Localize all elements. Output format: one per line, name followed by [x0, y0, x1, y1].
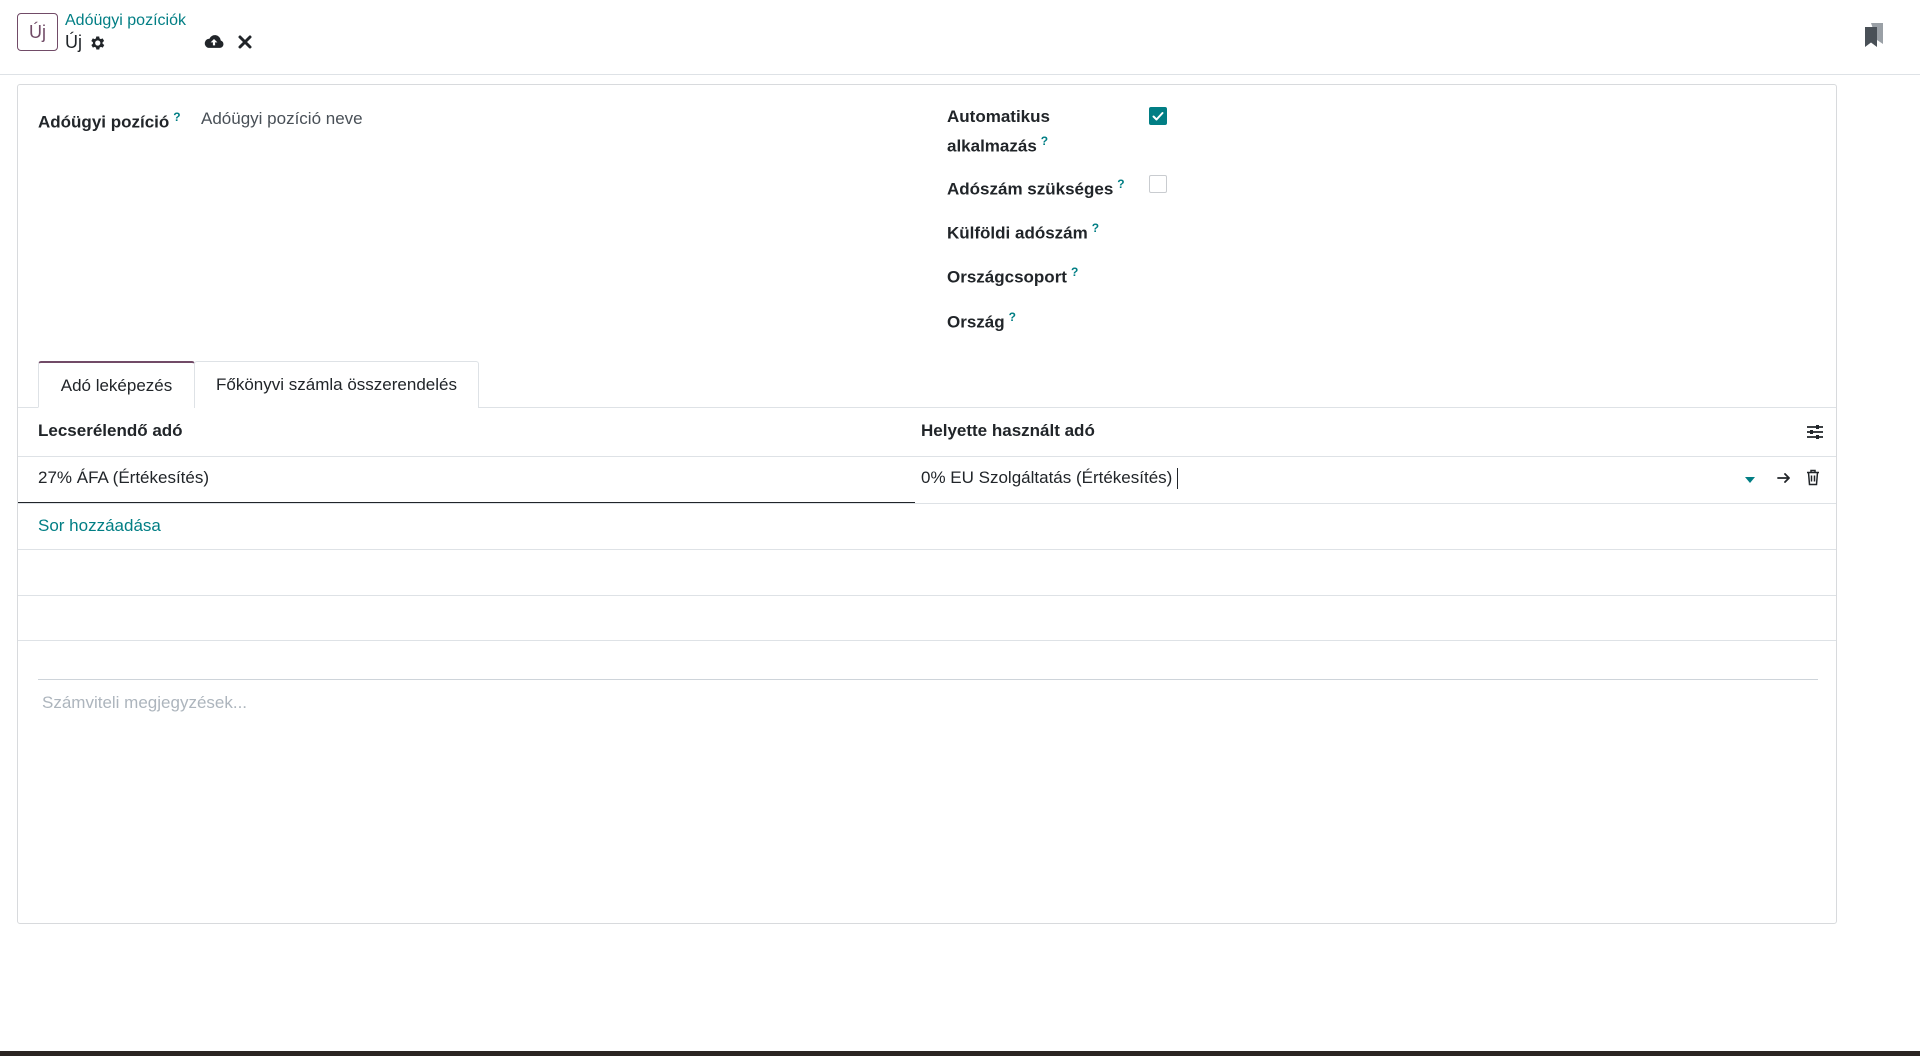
control-panel: Új Adóügyi pozíciók Új: [0, 0, 1920, 75]
column-header-dest-tax[interactable]: Helyette használt adó: [921, 421, 1095, 441]
tab-tax-mapping[interactable]: Adó leképezés: [38, 361, 195, 408]
help-icon[interactable]: ?: [1009, 310, 1016, 324]
new-button[interactable]: Új: [17, 13, 58, 51]
help-icon[interactable]: ?: [1071, 265, 1078, 279]
notes-separator: [38, 679, 1818, 680]
row-divider: [18, 595, 1836, 596]
vat-required-label: Adószám szükséges?: [947, 172, 1125, 202]
fiscal-position-label-text: Adóügyi pozíció: [38, 112, 170, 132]
accounting-notes-input[interactable]: [38, 689, 1826, 897]
vat-required-label-text: Adószám szükséges: [947, 179, 1114, 199]
help-icon[interactable]: ?: [1041, 134, 1048, 148]
window-edge: [0, 1051, 1920, 1056]
country-label-text: Ország: [947, 312, 1005, 332]
check-icon: [1152, 112, 1164, 121]
source-tax-cell[interactable]: 27% ÁFA (Értékesítés): [38, 468, 209, 488]
country-group-label: Országcsoport?: [947, 260, 1078, 290]
bookmark-icon[interactable]: [1864, 22, 1884, 48]
optional-columns-icon[interactable]: [1806, 423, 1824, 441]
row-divider: [18, 503, 1836, 504]
arrow-right-icon[interactable]: [1776, 470, 1792, 486]
foreign-vat-label: Külföldi adószám?: [947, 216, 1099, 246]
auto-apply-label: Automatikus alkalmazás?: [947, 105, 1050, 159]
help-icon[interactable]: ?: [1117, 177, 1124, 191]
form-sheet: Adóügyi pozíció? Automatikus alkalmazás?…: [17, 84, 1837, 924]
breadcrumb-parent[interactable]: Adóügyi pozíciók: [65, 12, 186, 30]
text-cursor: [1177, 468, 1178, 489]
trash-icon[interactable]: [1806, 469, 1820, 486]
tab-account-mapping[interactable]: Főkönyvi számla összerendelés: [194, 361, 479, 408]
add-line-link[interactable]: Sor hozzáadása: [38, 516, 161, 536]
cloud-upload-icon[interactable]: [203, 33, 225, 51]
breadcrumb-current: Új: [65, 32, 82, 52]
auto-apply-label-line1: Automatikus: [947, 107, 1050, 126]
close-icon[interactable]: [237, 34, 253, 50]
vat-required-checkbox[interactable]: [1149, 175, 1167, 193]
fiscal-position-name-input[interactable]: [201, 105, 901, 133]
dest-tax-input[interactable]: 0% EU Szolgáltatás (Értékesítés): [921, 468, 1172, 488]
help-icon[interactable]: ?: [1092, 221, 1099, 235]
fiscal-position-label: Adóügyi pozíció?: [38, 105, 181, 135]
gear-icon[interactable]: [88, 34, 106, 52]
help-icon[interactable]: ?: [173, 110, 180, 124]
row-divider: [18, 640, 1836, 641]
dropdown-caret-icon[interactable]: [1745, 477, 1755, 483]
row-divider: [18, 456, 1836, 457]
column-header-source-tax[interactable]: Lecserélendő adó: [38, 421, 183, 441]
foreign-vat-label-text: Külföldi adószám: [947, 223, 1088, 243]
country-group-label-text: Országcsoport: [947, 267, 1067, 287]
auto-apply-checkbox[interactable]: [1149, 107, 1167, 125]
country-label: Ország?: [947, 305, 1016, 335]
auto-apply-label-line2: alkalmazás: [947, 136, 1037, 156]
row-divider: [18, 549, 1836, 550]
